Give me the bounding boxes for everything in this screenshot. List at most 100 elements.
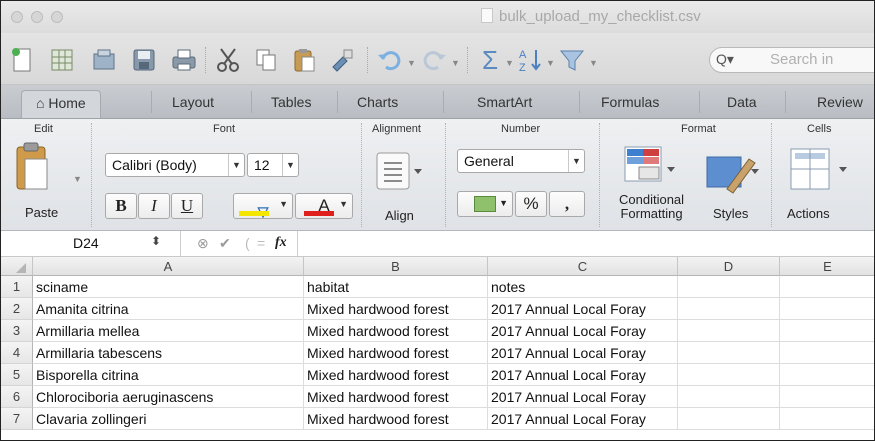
align-button[interactable] bbox=[375, 149, 425, 193]
number-format-dropdown[interactable]: General ▼ bbox=[457, 149, 585, 173]
cell-e3[interactable] bbox=[780, 320, 874, 342]
conditional-formatting-button[interactable] bbox=[621, 143, 677, 189]
cell-a2[interactable]: Amanita citrina bbox=[33, 298, 304, 320]
tab-charts[interactable]: Charts bbox=[357, 94, 398, 110]
cell-b1[interactable]: habitat bbox=[304, 276, 488, 298]
actions-button[interactable] bbox=[781, 145, 851, 195]
column-header-e[interactable]: E bbox=[780, 257, 874, 276]
percent-button[interactable]: % bbox=[515, 191, 547, 217]
cell-d7[interactable] bbox=[678, 408, 780, 430]
cell-d2[interactable] bbox=[678, 298, 780, 320]
equals-icon[interactable]: = bbox=[257, 235, 265, 251]
row-header[interactable]: 1 bbox=[1, 276, 33, 298]
zoom-window-button[interactable] bbox=[51, 11, 63, 23]
row-header[interactable]: 2 bbox=[1, 298, 33, 320]
row-header[interactable]: 3 bbox=[1, 320, 33, 342]
tab-review[interactable]: Review bbox=[817, 94, 863, 110]
row-header[interactable]: 7 bbox=[1, 408, 33, 430]
paste-button[interactable] bbox=[11, 141, 55, 197]
bold-button[interactable]: B bbox=[105, 193, 137, 219]
cell-e7[interactable] bbox=[780, 408, 874, 430]
tab-smartart[interactable]: SmartArt bbox=[477, 94, 532, 110]
format-painter-icon[interactable] bbox=[327, 45, 357, 75]
cell-c7[interactable]: 2017 Annual Local Foray bbox=[488, 408, 678, 430]
font-color-button[interactable]: A ▼ bbox=[295, 193, 353, 219]
row-header[interactable]: 4 bbox=[1, 342, 33, 364]
italic-button[interactable]: I bbox=[138, 193, 170, 219]
tab-home[interactable]: ⌂ Home bbox=[21, 90, 101, 118]
confirm-entry-icon[interactable]: ✔ bbox=[219, 235, 231, 252]
cell-d1[interactable] bbox=[678, 276, 780, 298]
cell-a6[interactable]: Chlorociboria aeruginascens bbox=[33, 386, 304, 408]
cell-a1[interactable]: sciname bbox=[33, 276, 304, 298]
tab-formulas[interactable]: Formulas bbox=[601, 94, 659, 110]
cell-d3[interactable] bbox=[678, 320, 780, 342]
select-all-corner[interactable] bbox=[1, 257, 33, 276]
sort-icon[interactable]: AZ bbox=[515, 45, 545, 75]
filter-icon[interactable] bbox=[557, 45, 587, 75]
search-icon[interactable]: Q▾ bbox=[716, 51, 734, 68]
cell-c1[interactable]: notes bbox=[488, 276, 678, 298]
row-header[interactable]: 5 bbox=[1, 364, 33, 386]
print-icon[interactable] bbox=[169, 45, 199, 75]
insert-function-fx-icon[interactable]: fx bbox=[275, 235, 287, 251]
cell-a5[interactable]: Bisporella citrina bbox=[33, 364, 304, 386]
undo-menu-chevron-down-icon[interactable]: ▼ bbox=[407, 58, 416, 68]
cell-e1[interactable] bbox=[780, 276, 874, 298]
cell-b7[interactable]: Mixed hardwood forest bbox=[304, 408, 488, 430]
cell-d4[interactable] bbox=[678, 342, 780, 364]
paste-toolbar-icon[interactable] bbox=[289, 45, 319, 75]
font-size-dropdown[interactable]: 12 ▼ bbox=[247, 153, 299, 177]
filter-menu-chevron-down-icon[interactable]: ▼ bbox=[589, 58, 598, 68]
currency-format-button[interactable]: ▼ bbox=[457, 191, 513, 217]
tab-layout[interactable]: Layout bbox=[172, 94, 214, 110]
cell-e2[interactable] bbox=[780, 298, 874, 320]
open-icon[interactable] bbox=[89, 45, 119, 75]
cell-b6[interactable]: Mixed hardwood forest bbox=[304, 386, 488, 408]
minimize-window-button[interactable] bbox=[31, 11, 43, 23]
cell-e4[interactable] bbox=[780, 342, 874, 364]
cell-e5[interactable] bbox=[780, 364, 874, 386]
undo-icon[interactable] bbox=[375, 45, 405, 75]
cell-d6[interactable] bbox=[678, 386, 780, 408]
cell-c2[interactable]: 2017 Annual Local Foray bbox=[488, 298, 678, 320]
redo-icon[interactable] bbox=[419, 45, 449, 75]
name-box-stepper-icon[interactable]: ⬍ bbox=[151, 234, 161, 248]
underline-button[interactable]: U bbox=[171, 193, 203, 219]
cut-icon[interactable] bbox=[213, 45, 243, 75]
cell-b3[interactable]: Mixed hardwood forest bbox=[304, 320, 488, 342]
search-field[interactable]: Q▾ Search in bbox=[709, 47, 874, 73]
tab-tables[interactable]: Tables bbox=[271, 94, 311, 110]
column-header-c[interactable]: C bbox=[488, 257, 678, 276]
cell-e6[interactable] bbox=[780, 386, 874, 408]
cell-c5[interactable]: 2017 Annual Local Foray bbox=[488, 364, 678, 386]
close-window-button[interactable] bbox=[11, 11, 23, 23]
cell-b5[interactable]: Mixed hardwood forest bbox=[304, 364, 488, 386]
templates-icon[interactable] bbox=[47, 45, 77, 75]
comma-style-button[interactable]: , bbox=[549, 191, 585, 217]
copy-icon[interactable] bbox=[251, 45, 281, 75]
cell-d5[interactable] bbox=[678, 364, 780, 386]
sort-menu-chevron-down-icon[interactable]: ▼ bbox=[546, 58, 555, 68]
row-header[interactable]: 6 bbox=[1, 386, 33, 408]
cell-c6[interactable]: 2017 Annual Local Foray bbox=[488, 386, 678, 408]
column-header-b[interactable]: B bbox=[304, 257, 488, 276]
cell-a3[interactable]: Armillaria mellea bbox=[33, 320, 304, 342]
fill-color-button[interactable]: 🜄 ▼ bbox=[233, 193, 293, 222]
autosum-menu-chevron-down-icon[interactable]: ▼ bbox=[505, 58, 514, 68]
autosum-icon[interactable]: Σ bbox=[475, 45, 505, 75]
cell-a7[interactable]: Clavaria zollingeri bbox=[33, 408, 304, 430]
cell-c4[interactable]: 2017 Annual Local Foray bbox=[488, 342, 678, 364]
cell-b4[interactable]: Mixed hardwood forest bbox=[304, 342, 488, 364]
cell-b2[interactable]: Mixed hardwood forest bbox=[304, 298, 488, 320]
save-icon[interactable] bbox=[129, 45, 159, 75]
font-name-dropdown[interactable]: Calibri (Body) ▼ bbox=[105, 153, 245, 177]
cell-c3[interactable]: 2017 Annual Local Foray bbox=[488, 320, 678, 342]
name-box[interactable]: D24 ⬍ bbox=[1, 231, 181, 256]
styles-button[interactable] bbox=[701, 149, 761, 195]
tab-data[interactable]: Data bbox=[727, 94, 757, 110]
cancel-entry-icon[interactable]: ⊗ bbox=[197, 235, 209, 252]
new-document-icon[interactable] bbox=[7, 45, 37, 75]
redo-menu-chevron-down-icon[interactable]: ▼ bbox=[451, 58, 460, 68]
paste-menu-chevron-down-icon[interactable]: ▼ bbox=[73, 174, 82, 184]
